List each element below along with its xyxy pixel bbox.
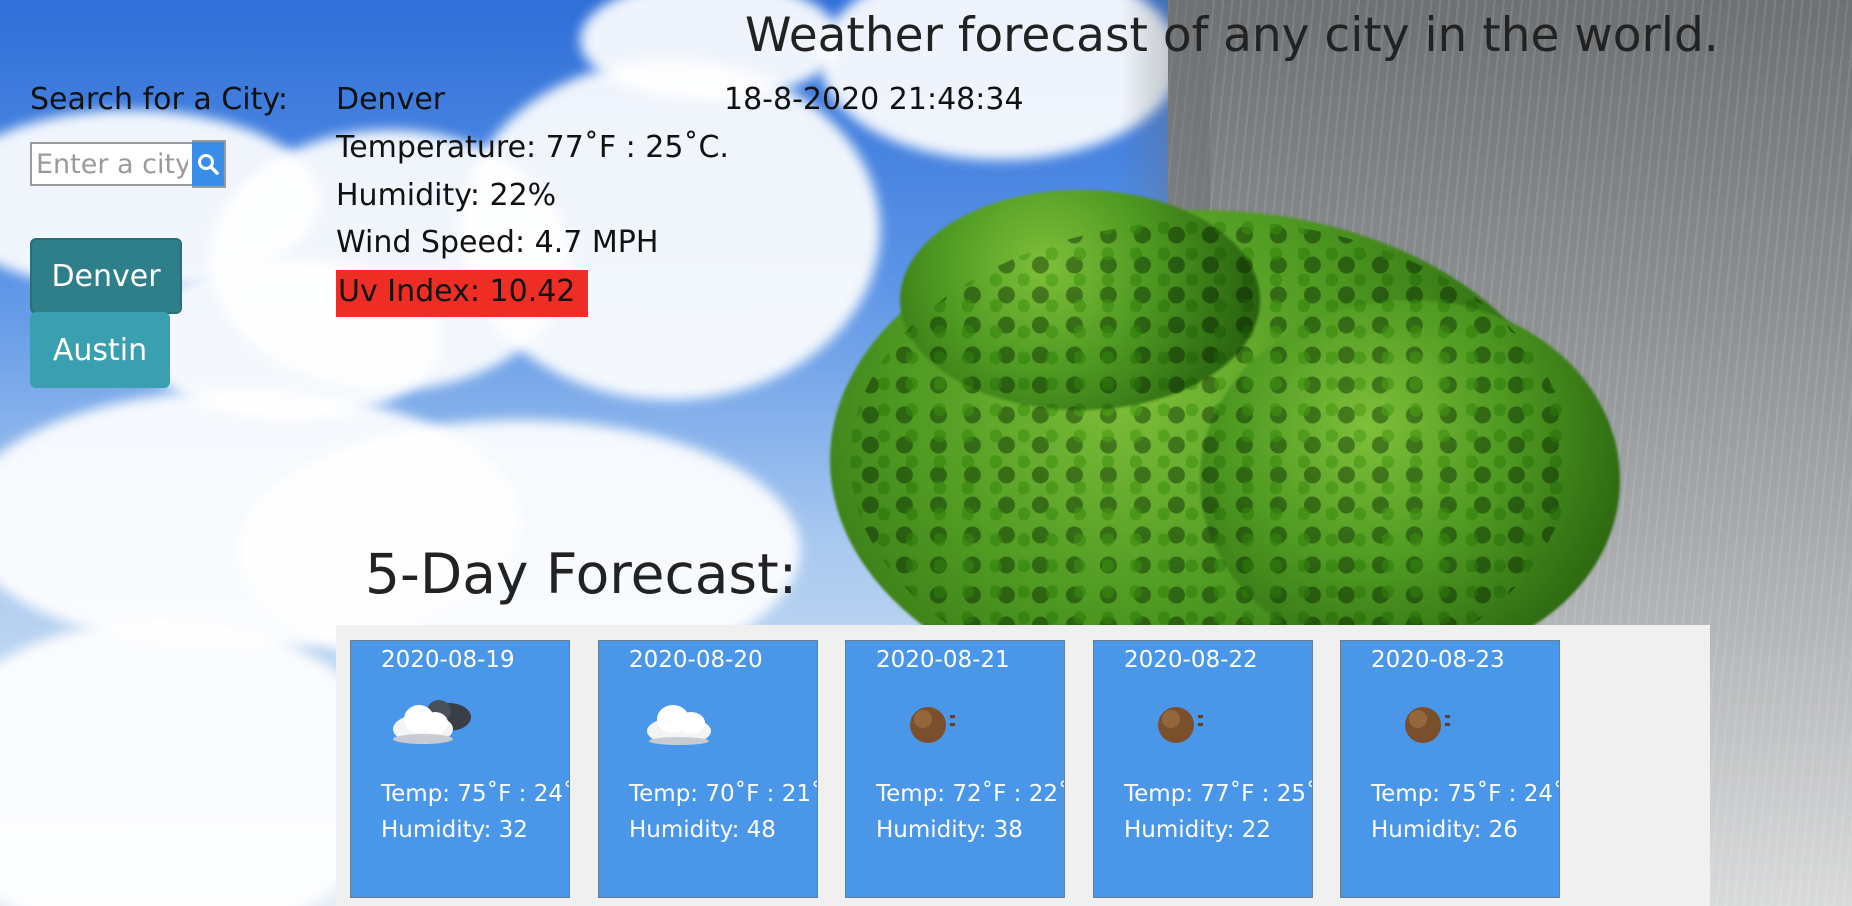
forecast-humidity: Humidity: 32 (381, 817, 528, 843)
search-icon (198, 154, 219, 175)
forecast-humidity: Humidity: 22 (1124, 817, 1271, 843)
search-form (30, 140, 230, 190)
forecast-date: 2020-08-22 (1124, 647, 1258, 673)
forecast-humidity: Humidity: 48 (629, 817, 776, 843)
forecast-humidity: Humidity: 38 (876, 817, 1023, 843)
history-city-label: Austin (52, 332, 148, 368)
page-title: Weather forecast of any city in the worl… (745, 8, 1719, 63)
forecast-title: 5-Day Forecast: (365, 542, 798, 606)
current-datetime: 18-8-2020 21:48:34 (724, 82, 1024, 117)
cloud-icon (647, 705, 711, 745)
current-humidity: Humidity: 22% (336, 178, 557, 213)
forecast-card: 2020-08-21 Temp: 72˚F : 22˚ Humidity: 38 (845, 640, 1065, 898)
forecast-date: 2020-08-23 (1371, 647, 1505, 673)
forecast-card: 2020-08-19 Temp: 75˚F : 24˚ Humidity: 32 (350, 640, 570, 898)
search-button[interactable] (192, 140, 226, 188)
moon-haze-icon (1158, 707, 1203, 743)
forecast-date: 2020-08-21 (876, 647, 1010, 673)
forecast-card: 2020-08-20 Temp: 70˚F : 21˚ Humidity: 48 (598, 640, 818, 898)
forecast-humidity: Humidity: 26 (1371, 817, 1518, 843)
history-city-denver[interactable]: Denver (30, 238, 182, 314)
forecast-temp: Temp: 72˚F : 22˚ (876, 781, 1065, 807)
forecast-date: 2020-08-20 (629, 647, 763, 673)
cloud-night-icon (393, 700, 471, 744)
forecast-temp: Temp: 77˚F : 25˚ (1124, 781, 1313, 807)
forecast-date: 2020-08-19 (381, 647, 515, 673)
forecast-card: 2020-08-23 Temp: 75˚F : 24˚ Humidity: 26 (1340, 640, 1560, 898)
search-label: Search for a City: (30, 82, 289, 117)
page: Weather forecast of any city in the worl… (0, 0, 1852, 906)
moon-haze-icon (910, 707, 955, 743)
forecast-temp: Temp: 75˚F : 24˚ (1371, 781, 1560, 807)
forecast-panel: 2020-08-19 Temp: 75˚F : 24˚ Humidity: 32… (336, 625, 1710, 906)
current-temperature: Temperature: 77˚F : 25˚C. (336, 130, 729, 165)
history-city-label: Denver (51, 258, 161, 294)
moon-haze-icon (1405, 707, 1450, 743)
uv-index-badge: Uv Index: 10.42 (336, 270, 588, 317)
forecast-card: 2020-08-22 Temp: 77˚F : 25˚ Humidity: 22 (1093, 640, 1313, 898)
history-city-austin[interactable]: Austin (30, 312, 170, 388)
forecast-temp: Temp: 70˚F : 21˚ (629, 781, 818, 807)
forecast-temp: Temp: 75˚F : 24˚ (381, 781, 570, 807)
current-wind-speed: Wind Speed: 4.7 MPH (336, 225, 659, 260)
current-city: Denver (336, 82, 446, 117)
search-input[interactable] (30, 142, 192, 186)
